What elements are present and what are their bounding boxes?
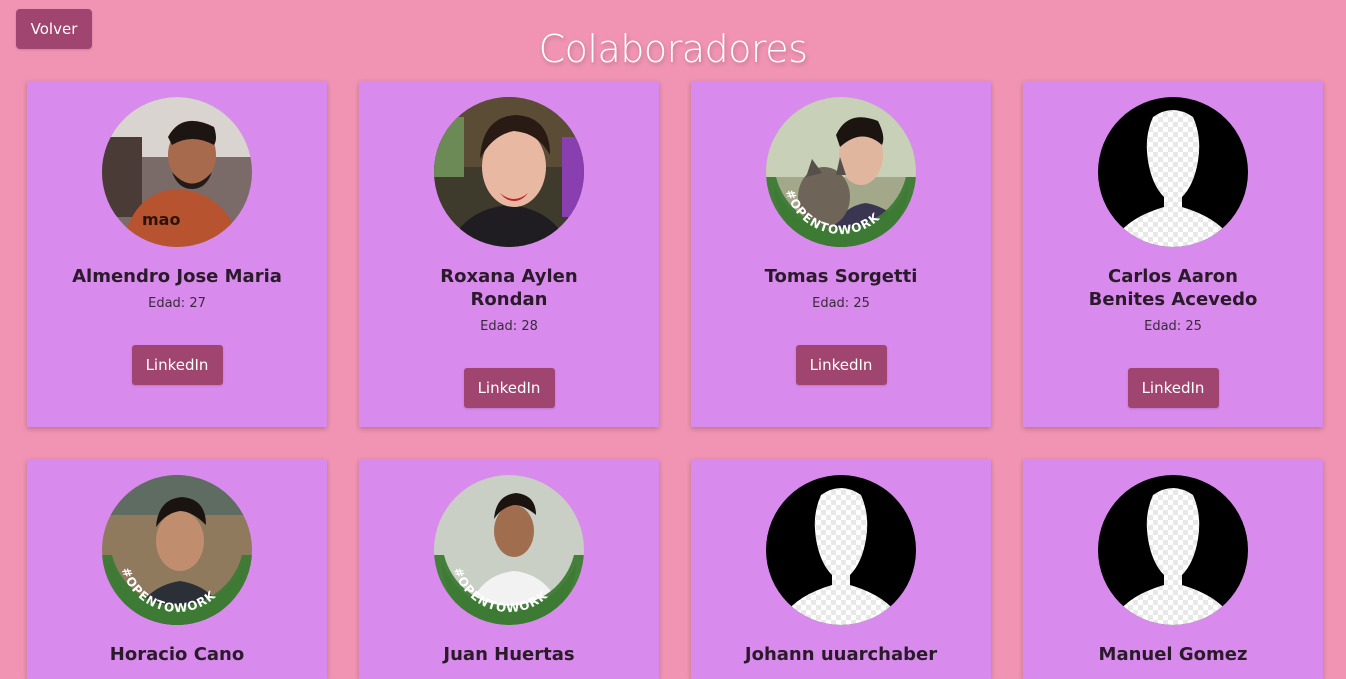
linkedin-button[interactable]: LinkedIn (795, 345, 887, 385)
avatar: #OPENTOWORK (434, 475, 584, 625)
collaborator-age: Edad: 27 (148, 296, 206, 311)
collaborator-card: #OPENTOWORK Juan Huertas (359, 459, 659, 679)
collaborator-name: Manuel Gomez (1098, 644, 1248, 665)
collaborator-age: Edad: 28 (480, 319, 538, 334)
collaborator-name: Johann uuarchaber (744, 644, 938, 665)
collaborator-card: Carlos Aaron Benites Acevedo Edad: 25 Li… (1023, 81, 1323, 427)
collaborator-card: mao Almendro Jose Maria Edad: 27 LinkedI… (27, 81, 327, 427)
avatar: mao (102, 97, 252, 247)
collaborator-name: Roxana Aylen Rondan (440, 266, 578, 310)
linkedin-button[interactable]: LinkedIn (131, 345, 223, 385)
collaborator-card: #OPENTOWORK Horacio Cano (27, 459, 327, 679)
collaborator-name: Horacio Cano (109, 644, 245, 665)
collaborator-name: Almendro Jose Maria (72, 266, 282, 287)
page-title: Colaboradores (538, 27, 808, 71)
collaborator-card: Manuel Gomez (1023, 459, 1323, 679)
default-avatar-icon (1098, 97, 1248, 247)
collaborator-age: Edad: 25 (1144, 319, 1202, 334)
collaborator-name: Tomas Sorgetti (764, 266, 918, 287)
linkedin-button[interactable]: LinkedIn (463, 368, 555, 408)
collaborator-age: Edad: 25 (812, 296, 870, 311)
collaborator-card: Roxana Aylen Rondan Edad: 28 LinkedIn (359, 81, 659, 427)
linkedin-button[interactable]: LinkedIn (1127, 368, 1219, 408)
default-avatar-icon (766, 475, 916, 625)
collaborator-name: Juan Huertas (443, 644, 575, 665)
default-avatar-icon (1098, 475, 1248, 625)
svg-text:mao: mao (142, 210, 180, 229)
collaborator-card: Johann uuarchaber (691, 459, 991, 679)
collaborator-name: Carlos Aaron Benites Acevedo (1088, 266, 1258, 310)
avatar: #OPENTOWORK (766, 97, 916, 247)
avatar (434, 97, 584, 247)
collaborator-card: #OPENTOWORK Tomas Sorgetti Edad: 25 Link… (691, 81, 991, 427)
avatar: #OPENTOWORK (102, 475, 252, 625)
